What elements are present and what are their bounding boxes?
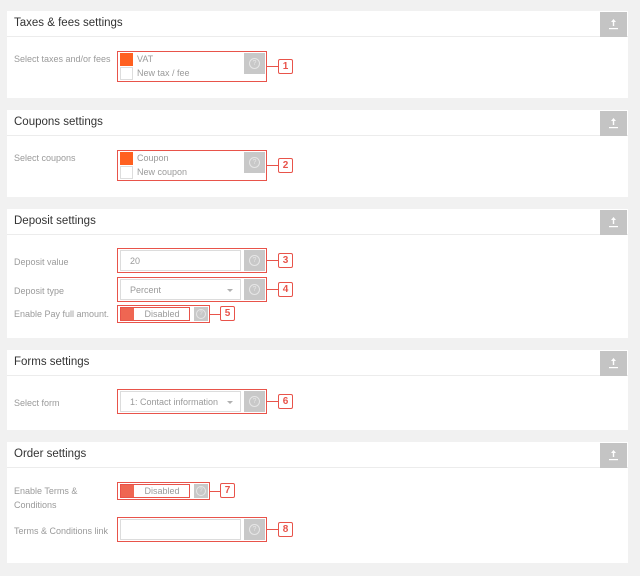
chevron-down-icon [227, 401, 233, 404]
callout-badge: 5 [220, 306, 235, 321]
callout-badge: 3 [278, 253, 293, 268]
terms-toggle[interactable]: Disabled [120, 484, 190, 498]
field-label: Select coupons [14, 153, 76, 163]
selected-value: 1: Contact information [130, 397, 219, 407]
section-title: Deposit settings [14, 215, 96, 227]
help-button[interactable]: ? [194, 307, 208, 321]
checkbox[interactable] [120, 67, 133, 80]
help-button[interactable]: ? [244, 519, 265, 540]
callout-connector [210, 491, 220, 492]
pay-full-group: Disabled ? [117, 305, 210, 323]
callout-badge: 8 [278, 522, 293, 537]
terms-link-group: ? [117, 517, 267, 542]
terms-toggle-group: Disabled ? [117, 482, 210, 500]
coupons-checklist: Coupon New coupon ? [117, 150, 267, 181]
toggle-state: Disabled [144, 309, 180, 319]
toggle-state: Disabled [144, 486, 180, 496]
taxes-fees-header: Taxes & fees settings [7, 11, 628, 37]
callout-connector [267, 401, 278, 402]
toggle-knob [121, 485, 134, 497]
collapse-button[interactable] [600, 111, 627, 136]
upload-arrow-icon [609, 19, 618, 30]
deposit-value-group: 20 ? [117, 248, 267, 273]
help-button[interactable]: ? [244, 152, 265, 173]
taxes-fees-section: Taxes & fees settings Select taxes and/o… [7, 11, 628, 98]
deposit-value-label: Deposit value [14, 257, 69, 267]
upload-arrow-icon [609, 118, 618, 129]
section-title: Taxes & fees settings [14, 17, 123, 29]
callout-connector [267, 66, 278, 67]
checkbox[interactable] [120, 166, 133, 179]
help-button[interactable]: ? [244, 279, 265, 300]
checkbox[interactable] [120, 53, 133, 66]
section-title: Order settings [14, 448, 87, 460]
callout-badge: 7 [220, 483, 235, 498]
callout-connector [210, 314, 220, 315]
order-header: Order settings [7, 442, 628, 468]
select-form-dropdown[interactable]: 1: Contact information [120, 391, 241, 412]
upload-arrow-icon [609, 217, 618, 228]
question-circle-icon: ? [249, 58, 260, 69]
callout-badge: 6 [278, 394, 293, 409]
question-circle-icon: ? [249, 157, 260, 168]
taxes-checklist: VAT New tax / fee ? [117, 51, 267, 82]
collapse-button[interactable] [600, 12, 627, 37]
deposit-type-select[interactable]: Percent [120, 279, 241, 300]
option-label: New tax / fee [137, 68, 190, 78]
deposit-type-label: Deposit type [14, 286, 65, 296]
checkbox[interactable] [120, 152, 133, 165]
help-button[interactable]: ? [244, 391, 265, 412]
question-circle-icon: ? [196, 486, 206, 496]
chevron-down-icon [227, 289, 233, 292]
collapse-button[interactable] [600, 210, 627, 235]
upload-arrow-icon [609, 450, 618, 461]
option-label: New coupon [137, 167, 188, 177]
deposit-header: Deposit settings [7, 209, 628, 235]
coupons-section: Coupons settings Select coupons Coupon N… [7, 110, 628, 197]
callout-badge: 2 [278, 158, 293, 173]
callout-connector [267, 260, 278, 261]
field-label: Select taxes and/or fees [14, 54, 111, 64]
option-label: VAT [137, 54, 154, 64]
callout-connector [267, 289, 278, 290]
callout-badge: 1 [278, 59, 293, 74]
help-button[interactable]: ? [194, 484, 208, 498]
deposit-value-input[interactable]: 20 [120, 250, 241, 271]
question-circle-icon: ? [249, 524, 260, 535]
terms-label: Enable Terms & Conditions [14, 486, 78, 510]
pay-full-toggle[interactable]: Disabled [120, 307, 190, 321]
help-button[interactable]: ? [244, 250, 265, 271]
section-title: Coupons settings [14, 116, 103, 128]
question-circle-icon: ? [249, 396, 260, 407]
callout-connector [267, 529, 278, 530]
deposit-section: Deposit settings Deposit value 20 ? 3 De… [7, 209, 628, 338]
forms-section: Forms settings Select form 1: Contact in… [7, 350, 628, 430]
forms-header: Forms settings [7, 350, 628, 376]
collapse-button[interactable] [600, 443, 627, 468]
help-button[interactable]: ? [244, 53, 265, 74]
upload-arrow-icon [609, 358, 618, 369]
callout-badge: 4 [278, 282, 293, 297]
question-circle-icon: ? [196, 309, 206, 319]
select-form-label: Select form [14, 398, 60, 408]
terms-link-input[interactable] [120, 519, 241, 540]
callout-connector [267, 165, 278, 166]
select-form-group: 1: Contact information ? [117, 389, 267, 414]
deposit-type-group: Percent ? [117, 277, 267, 302]
terms-link-label: Terms & Conditions link [14, 526, 109, 536]
question-circle-icon: ? [249, 255, 260, 266]
collapse-button[interactable] [600, 351, 627, 376]
order-section: Order settings Enable Terms & Conditions… [7, 442, 628, 563]
section-title: Forms settings [14, 356, 90, 368]
selected-value: Percent [130, 285, 162, 295]
option-label: Coupon [137, 153, 169, 163]
question-circle-icon: ? [249, 284, 260, 295]
pay-full-label: Enable Pay full amount. [14, 309, 110, 319]
coupons-header: Coupons settings [7, 110, 628, 136]
toggle-knob [121, 308, 134, 320]
